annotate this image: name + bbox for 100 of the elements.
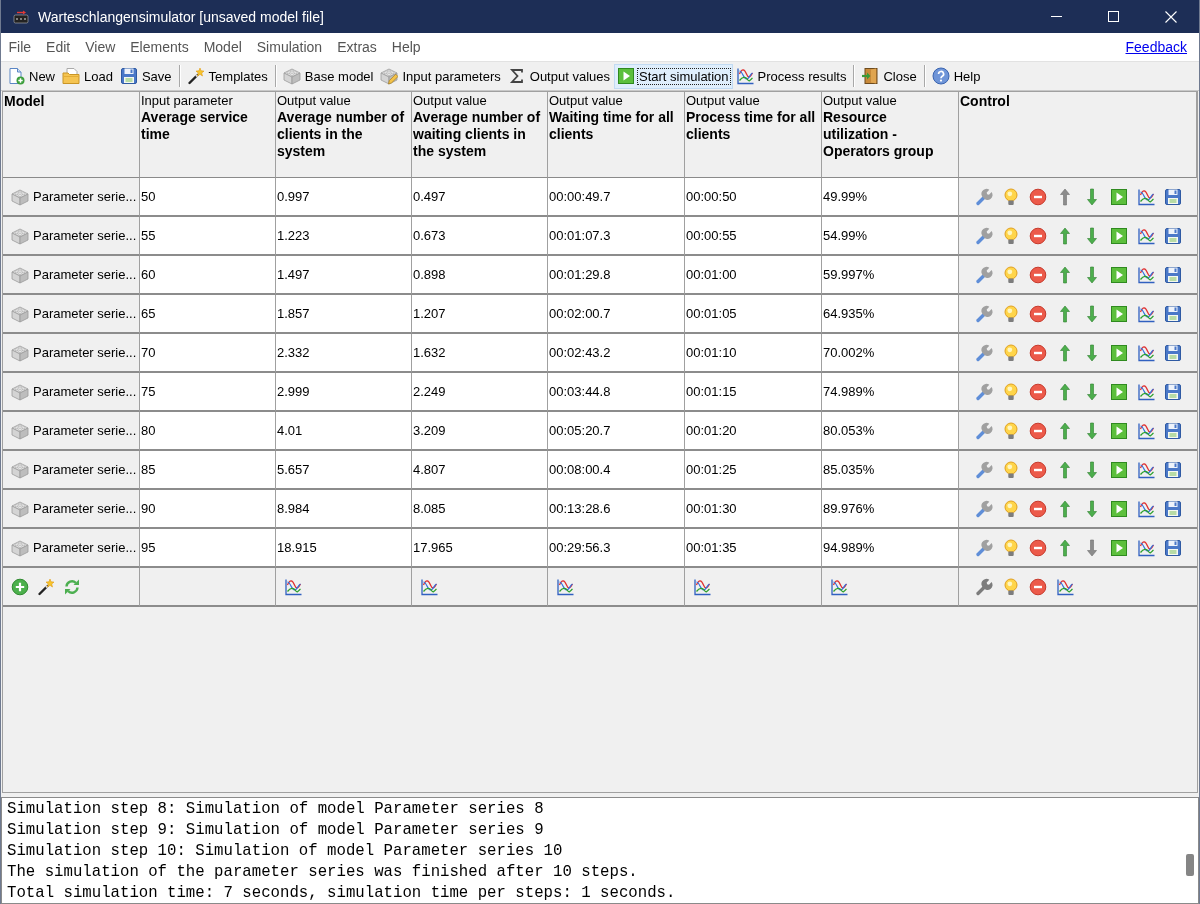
menu-item[interactable]: Simulation [249, 35, 330, 59]
play-icon[interactable] [1110, 538, 1128, 557]
model-cell[interactable]: Parameter serie... [3, 529, 140, 568]
line-chart-icon[interactable] [1137, 304, 1155, 323]
toolbar-button[interactable]: Templates [183, 63, 272, 89]
toolbar-button[interactable]: Output values [504, 63, 614, 89]
line-chart-icon[interactable] [1137, 343, 1155, 362]
model-cell[interactable]: Parameter serie... [3, 217, 140, 256]
line-chart-icon[interactable] [1137, 187, 1155, 206]
model-cell[interactable]: Parameter serie... [3, 412, 140, 451]
play-icon[interactable] [1110, 265, 1128, 284]
remove-icon[interactable] [1029, 538, 1047, 557]
toolbar-button[interactable]: Help [928, 63, 985, 89]
model-cell[interactable]: Parameter serie... [3, 334, 140, 373]
remove-icon[interactable] [1029, 382, 1047, 401]
column-header[interactable]: Output value Average number of clients in the system [276, 92, 412, 178]
light-bulb-icon[interactable] [1002, 499, 1020, 518]
scrollbar-thumb[interactable] [1185, 854, 1194, 876]
light-bulb-icon[interactable] [1002, 304, 1020, 323]
light-bulb-icon[interactable] [1002, 187, 1020, 206]
play-icon[interactable] [1110, 343, 1128, 362]
model-cell[interactable]: Parameter serie... [3, 295, 140, 334]
model-cell[interactable]: Parameter serie... [3, 490, 140, 529]
line-chart-icon[interactable] [1137, 382, 1155, 401]
toolbar-button[interactable]: Load [59, 63, 117, 89]
line-chart-icon[interactable] [1137, 421, 1155, 440]
play-icon[interactable] [1110, 460, 1128, 479]
line-chart-icon[interactable] [1137, 460, 1155, 479]
remove-icon[interactable] [1029, 343, 1047, 362]
line-chart-icon[interactable] [1137, 538, 1155, 557]
column-header[interactable]: Output value Process time for all clients [685, 92, 822, 178]
toolbar-button[interactable]: New [4, 63, 59, 89]
model-cell[interactable]: Parameter serie... [3, 256, 140, 295]
remove-icon[interactable] [1029, 304, 1047, 323]
line-chart-icon[interactable] [556, 577, 574, 596]
column-header[interactable]: Output value Average number of waiting clients in the system [412, 92, 548, 178]
remove-icon[interactable] [1029, 226, 1047, 245]
toolbar-button[interactable]: Close [858, 63, 921, 89]
wrench-icon[interactable] [975, 304, 993, 323]
column-header[interactable]: Input parameter Average service time [140, 92, 276, 178]
menu-item[interactable]: Extras [329, 35, 385, 59]
menu-item[interactable]: Edit [38, 35, 78, 59]
light-bulb-icon[interactable] [1002, 382, 1020, 401]
wrench-icon[interactable] [975, 499, 993, 518]
remove-icon[interactable] [1029, 460, 1047, 479]
line-chart-icon[interactable] [420, 577, 438, 596]
wrench-icon[interactable] [975, 577, 993, 596]
column-header[interactable]: Output value Waiting time for all clients [548, 92, 685, 178]
toolbar-button[interactable]: Base model [279, 63, 378, 89]
line-chart-icon[interactable] [693, 577, 711, 596]
line-chart-icon[interactable] [1137, 226, 1155, 245]
light-bulb-icon[interactable] [1002, 538, 1020, 557]
magic-wand-icon[interactable] [37, 577, 55, 596]
menu-item[interactable]: Help [384, 35, 429, 59]
play-icon[interactable] [1110, 382, 1128, 401]
light-bulb-icon[interactable] [1002, 343, 1020, 362]
feedback-link[interactable]: Feedback [1125, 39, 1187, 55]
remove-icon[interactable] [1029, 421, 1047, 440]
menu-item[interactable]: Model [196, 35, 250, 59]
model-cell[interactable]: Parameter serie... [3, 178, 140, 217]
wrench-icon[interactable] [975, 382, 993, 401]
light-bulb-icon[interactable] [1002, 226, 1020, 245]
play-icon[interactable] [1110, 499, 1128, 518]
play-icon[interactable] [1110, 187, 1128, 206]
line-chart-icon[interactable] [284, 577, 302, 596]
play-icon[interactable] [1110, 226, 1128, 245]
light-bulb-icon[interactable] [1002, 265, 1020, 284]
play-icon[interactable] [1110, 304, 1128, 323]
toolbar-button[interactable]: Process results [732, 63, 851, 89]
column-header[interactable]: Output value Resource utilization - Operators group [822, 92, 959, 178]
toolbar-button[interactable]: Start simulation [614, 63, 733, 89]
menu-item[interactable]: View [77, 35, 123, 59]
add-icon[interactable] [11, 577, 29, 596]
column-header[interactable]: Control [959, 92, 1197, 178]
play-icon[interactable] [1110, 421, 1128, 440]
remove-icon[interactable] [1029, 265, 1047, 284]
line-chart-icon[interactable] [830, 577, 848, 596]
wrench-icon[interactable] [975, 538, 993, 557]
column-header[interactable]: Model [3, 92, 140, 178]
line-chart-icon[interactable] [1137, 499, 1155, 518]
wrench-icon[interactable] [975, 187, 993, 206]
menu-item[interactable]: Elements [122, 35, 197, 59]
menu-item[interactable]: File [1, 35, 39, 59]
toolbar-button[interactable]: Input parameters [377, 63, 505, 89]
remove-icon[interactable] [1029, 187, 1047, 206]
line-chart-icon[interactable] [1137, 265, 1155, 284]
wrench-icon[interactable] [975, 343, 993, 362]
wrench-icon[interactable] [975, 421, 993, 440]
wrench-icon[interactable] [975, 460, 993, 479]
refresh-icon[interactable] [63, 577, 81, 596]
light-bulb-icon[interactable] [1002, 460, 1020, 479]
model-cell[interactable]: Parameter serie... [3, 373, 140, 412]
wrench-icon[interactable] [975, 226, 993, 245]
light-bulb-icon[interactable] [1002, 577, 1020, 596]
toolbar-button[interactable]: Save [116, 63, 176, 89]
wrench-icon[interactable] [975, 265, 993, 284]
remove-icon[interactable] [1029, 499, 1047, 518]
line-chart-icon[interactable] [1056, 577, 1074, 596]
model-cell[interactable]: Parameter serie... [3, 451, 140, 490]
remove-icon[interactable] [1029, 577, 1047, 596]
